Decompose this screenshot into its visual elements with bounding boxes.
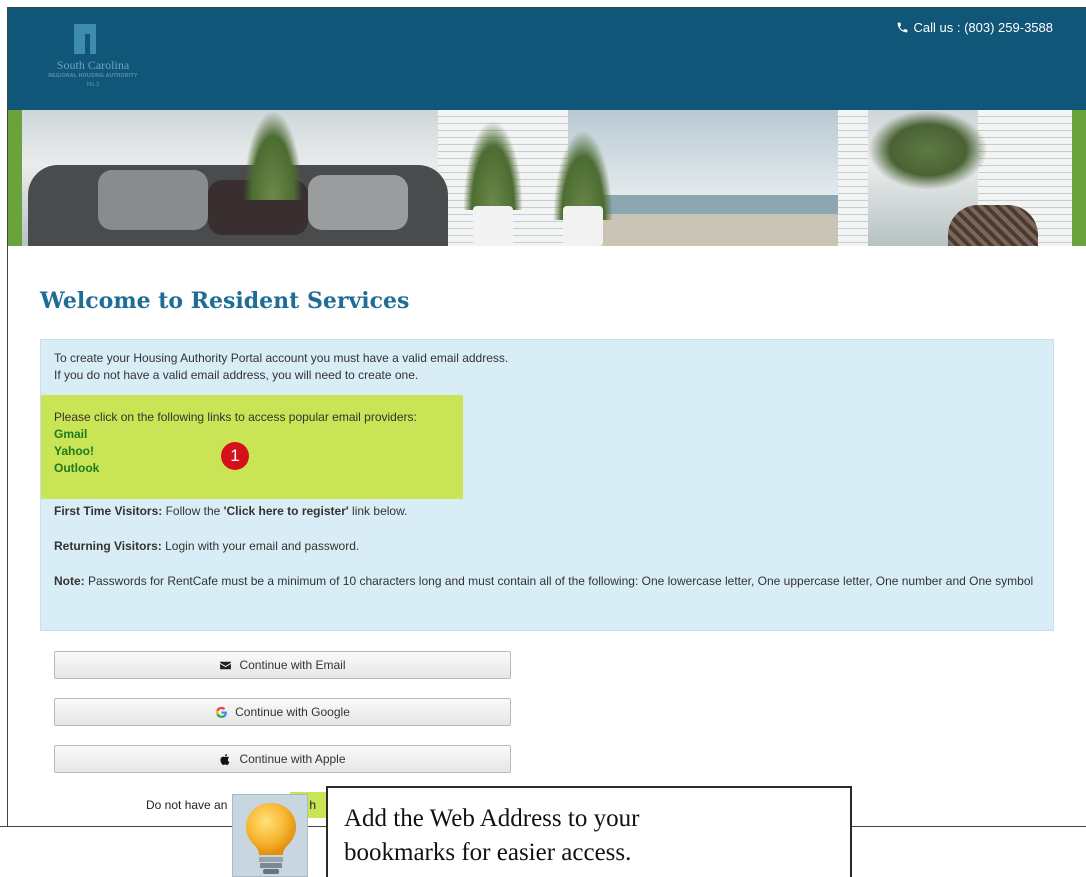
logo-line-1: South Carolina (56, 58, 130, 72)
first-visitors-text: First Time Visitors: Follow the 'Click h… (54, 503, 407, 520)
info-panel: To create your Housing Authority Portal … (40, 339, 1054, 631)
logo-line-2: REGIONAL HOUSING AUTHORITY (48, 73, 138, 79)
returning-label: Returning Visitors: (54, 539, 162, 553)
hero-border-left (8, 110, 22, 246)
apple-button-label: Continue with Apple (239, 752, 346, 766)
intro-text-1: To create your Housing Authority Portal … (54, 351, 509, 365)
continue-with-apple-button[interactable]: Continue with Apple (54, 745, 511, 773)
page-title: Welcome to Resident Services (40, 288, 410, 314)
providers-label: Please click on the following links to a… (54, 410, 417, 424)
note-label: Note: (54, 574, 85, 588)
hero-plant (243, 110, 303, 200)
call-us-link[interactable]: Call us : (803) 259-3588 (896, 20, 1053, 35)
outlook-link[interactable]: Outlook (54, 460, 99, 477)
note-body: Passwords for RentCafe must be a minimum… (84, 574, 1034, 588)
continue-with-email-button[interactable]: Continue with Email (54, 651, 511, 679)
building-icon (74, 24, 96, 54)
tip-callout: Add the Web Address to your bookmarks fo… (326, 786, 852, 877)
google-button-label: Continue with Google (235, 705, 350, 719)
hero-plant (463, 120, 523, 210)
yahoo-link[interactable]: Yahoo! (54, 443, 94, 460)
password-note: Note: Passwords for RentCafe must be a m… (54, 573, 1039, 590)
google-icon (215, 706, 228, 718)
site-logo[interactable]: South Carolina REGIONAL HOUSING AUTHORIT… (38, 22, 148, 98)
phone-icon (897, 22, 907, 33)
first-visitors-label: First Time Visitors: (54, 504, 163, 518)
site-header: South Carolina REGIONAL HOUSING AUTHORIT… (8, 8, 1086, 110)
continue-with-google-button[interactable]: Continue with Google (54, 698, 511, 726)
gmail-link[interactable]: Gmail (54, 426, 87, 443)
hero-banner-image (8, 110, 1086, 246)
apple-icon (220, 753, 230, 765)
browser-page: South Carolina REGIONAL HOUSING AUTHORIT… (7, 7, 1086, 827)
no-account-text: Do not have an (146, 798, 228, 812)
first-visitors-pre: Follow the (162, 504, 224, 518)
hero-pot (563, 206, 603, 246)
returning-body: Login with your email and password. (161, 539, 360, 553)
email-button-label: Continue with Email (239, 658, 346, 672)
envelope-icon (220, 661, 232, 669)
tip-line-2: bookmarks for easier access. (344, 839, 632, 866)
hero-chair (948, 205, 1038, 246)
step-badge-1: 1 (221, 442, 249, 470)
first-visitors-post: link below. (348, 504, 408, 518)
tip-line-1: Add the Web Address to your (344, 805, 640, 832)
returning-visitors-text: Returning Visitors: Login with your emai… (54, 538, 359, 555)
lightbulb-icon (246, 803, 296, 874)
hero-blinds-mid (838, 110, 868, 246)
logo-line-3: No.3 (86, 82, 100, 88)
phone-text: Call us : (803) 259-3588 (913, 20, 1053, 35)
hero-cushion (98, 170, 208, 230)
intro-text-2: If you do not have a valid email address… (54, 368, 419, 382)
first-visitors-link-ref: 'Click here to register' (223, 504, 349, 518)
hero-pot (473, 206, 513, 246)
lightbulb-tip-icon (232, 794, 308, 877)
hero-tree (868, 110, 988, 190)
hero-border-right (1072, 110, 1086, 246)
hero-cushion (308, 175, 408, 230)
